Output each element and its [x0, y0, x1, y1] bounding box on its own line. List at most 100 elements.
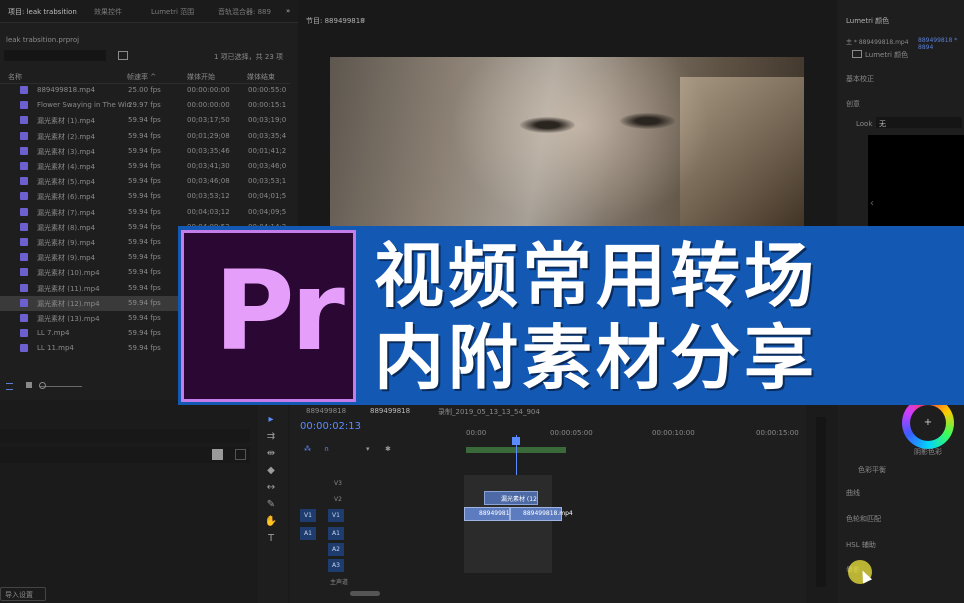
- premiere-logo: Pr: [181, 230, 356, 402]
- ripple-edit-tool-icon[interactable]: ⇹: [264, 447, 278, 461]
- grid-icon[interactable]: [235, 449, 246, 460]
- bin-icon[interactable]: [118, 51, 128, 60]
- row-fps: 59.94 fps: [128, 298, 161, 307]
- import-settings-button[interactable]: 导入设置: [0, 587, 46, 601]
- section-color-balance[interactable]: 色彩平衡: [858, 465, 886, 475]
- timecode[interactable]: 00:00:02:13: [300, 421, 361, 432]
- row-name: 漏光素材 (11).mp4: [37, 284, 100, 293]
- search-input[interactable]: [4, 50, 106, 61]
- row-end: 00;03;53;1: [248, 177, 287, 186]
- marker-icon[interactable]: ▾: [366, 445, 370, 453]
- tab-project[interactable]: 项目: leak trabsition: [8, 7, 77, 17]
- video-frame: [330, 57, 804, 229]
- look-select[interactable]: 无: [876, 117, 962, 128]
- wheel-label: 阴影色彩: [914, 448, 942, 456]
- row-end: 00;01;41;2: [248, 146, 287, 155]
- clip-v1-a[interactable]: 889499818: [464, 507, 513, 521]
- table-row[interactable]: Flower Swaying in The Win 29.97 fps 00:00:…: [0, 98, 290, 113]
- tab-effect-controls[interactable]: 效果控件: [94, 7, 122, 17]
- row-name: 漏光素材 (2).mp4: [37, 132, 96, 141]
- lumetri-title[interactable]: Lumetri 颜色: [846, 16, 889, 26]
- track-select-tool-icon[interactable]: ⇉: [264, 430, 278, 444]
- row-end: 00;04;01;5: [248, 192, 287, 201]
- table-row[interactable]: 漏光素材 (4).mp4 59.94 fps 00;03;41;30 00;03;46…: [0, 159, 290, 174]
- section-curves[interactable]: 曲线: [846, 488, 860, 498]
- look-preview[interactable]: [868, 135, 964, 226]
- slip-tool-icon[interactable]: ↔: [264, 481, 278, 495]
- clip-icon: [20, 177, 28, 186]
- row-fps: 59.94 fps: [128, 192, 161, 201]
- table-row[interactable]: 889499818.mp4 25.00 fps 00:00:00:00 00:00:5…: [0, 83, 290, 98]
- type-tool-icon[interactable]: T: [264, 532, 278, 546]
- col-media-start[interactable]: 媒体开始: [187, 72, 215, 82]
- track-label-v2: V2: [334, 496, 342, 503]
- icon-view-icon[interactable]: [26, 382, 32, 388]
- source-patch-v1[interactable]: V1: [300, 509, 316, 522]
- col-media-end[interactable]: 媒体结束: [247, 72, 275, 82]
- table-row[interactable]: 漏光素材 (6).mp4 59.94 fps 00;03;53;12 00;04;01…: [0, 189, 290, 204]
- row-fps: 59.94 fps: [128, 238, 161, 246]
- source-patch-a1[interactable]: A1: [300, 527, 316, 540]
- row-start: 00;01;29;08: [187, 131, 230, 140]
- selection-info: 1 项已选择，共 23 项: [214, 53, 284, 61]
- fx-badge[interactable]: [852, 50, 862, 58]
- snap-icon[interactable]: ⁂: [304, 445, 311, 453]
- row-fps: 59.94 fps: [128, 329, 161, 338]
- table-row[interactable]: 漏光素材 (3).mp4 59.94 fps 00;03;35;46 00;01;41…: [0, 144, 290, 159]
- hand-tool-icon[interactable]: ✋: [264, 515, 278, 529]
- section-color-wheels[interactable]: 色轮和匹配: [846, 514, 881, 524]
- tab-lumetri-scopes[interactable]: Lumetri 范围: [151, 7, 194, 17]
- clip-icon: [20, 116, 28, 125]
- clip-icon: [20, 162, 28, 170]
- zoom-slider[interactable]: [40, 386, 82, 387]
- tab-audio-mixer[interactable]: 音轨混合器: 889: [218, 7, 271, 17]
- clip-icon: [20, 298, 28, 307]
- col-fps[interactable]: 帧速率 ^: [127, 72, 156, 82]
- look-value: 无: [879, 120, 886, 128]
- timeline-tab-1[interactable]: 889499818: [306, 407, 346, 415]
- track-label-v3: V3: [334, 480, 342, 487]
- look-prev-icon[interactable]: ‹: [870, 198, 874, 209]
- track-target-a3[interactable]: A3: [328, 559, 344, 572]
- row-name: 漏光素材 (3).mp4: [37, 147, 96, 156]
- track-target-a1[interactable]: A1: [328, 527, 344, 540]
- row-name: 漏光素材 (4).mp4: [37, 163, 96, 171]
- section-basic[interactable]: 基本校正: [846, 74, 874, 84]
- clip-icon: [20, 192, 28, 201]
- playhead-handle[interactable]: [512, 437, 520, 445]
- table-row[interactable]: 漏光素材 (7).mp4 59.94 fps 00;04;03;12 00;04;09…: [0, 205, 290, 220]
- clip-v2[interactable]: 漏光素材 (12: [484, 491, 538, 505]
- table-row[interactable]: 漏光素材 (1).mp4 59.94 fps 00;03;17;50 00;03;19…: [0, 113, 290, 128]
- wrench-icon[interactable]: ✱: [385, 445, 391, 453]
- timeline-scrollbar[interactable]: [350, 591, 380, 596]
- timeline-tab-3[interactable]: 录制_2019_05_13_13_54_904: [438, 407, 540, 417]
- project-path: leak trabsition.prproj: [6, 36, 80, 44]
- razor-tool-icon[interactable]: ◆: [264, 464, 278, 478]
- headline-line-1: 视频常用转场: [374, 235, 818, 317]
- zoom-slider-handle[interactable]: [39, 382, 46, 389]
- section-creative[interactable]: 创意: [846, 99, 860, 109]
- panel-menu-icon[interactable]: »: [286, 7, 290, 15]
- timeline-tab-2[interactable]: 889499818: [370, 407, 410, 415]
- track-target-v1[interactable]: V1: [328, 509, 344, 522]
- selection-tool-icon[interactable]: ▸: [264, 413, 278, 427]
- table-row[interactable]: 漏光素材 (5).mp4 59.94 fps 00;03;46;08 00;03;53…: [0, 174, 290, 189]
- swatch-icon[interactable]: [212, 449, 223, 460]
- section-hsl[interactable]: HSL 辅助: [846, 540, 876, 550]
- lumetri-sequence[interactable]: 889499818 * 8894: [918, 37, 964, 51]
- row-name: 漏光素材 (1).mp4: [37, 117, 96, 126]
- face-highlight: [450, 57, 710, 229]
- col-name[interactable]: 名称: [8, 72, 22, 82]
- pen-tool-icon[interactable]: ✎: [264, 498, 278, 512]
- row-name: 漏光素材 (6).mp4: [37, 193, 96, 202]
- clip-v1-b[interactable]: 889499818.mp4: [510, 507, 573, 521]
- row-name: 漏光素材 (9).mp4: [37, 239, 96, 247]
- clip-icon: [20, 329, 28, 338]
- track-target-a2[interactable]: A2: [328, 543, 344, 556]
- link-icon[interactable]: ∩: [324, 445, 329, 453]
- row-start: 00:00:00:00: [187, 86, 230, 94]
- program-menu-icon[interactable]: ≡: [360, 16, 366, 24]
- program-title[interactable]: 节目: 889499818: [306, 16, 365, 26]
- list-view-icon[interactable]: [6, 383, 13, 390]
- table-row[interactable]: 漏光素材 (2).mp4 59.94 fps 00;01;29;08 00;03;35…: [0, 129, 290, 144]
